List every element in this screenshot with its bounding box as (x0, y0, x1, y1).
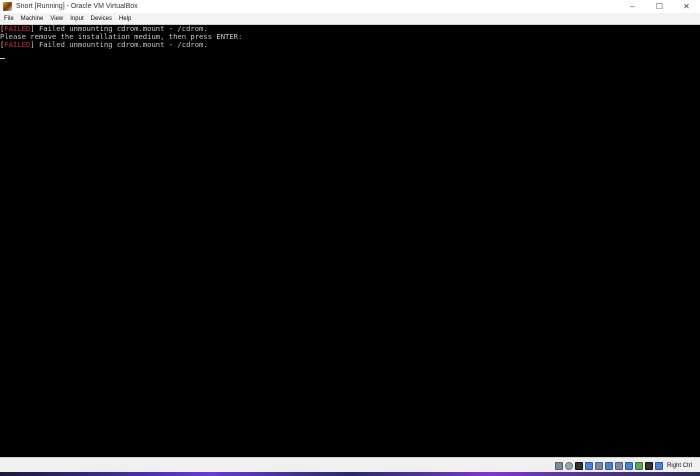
video-capture-icon[interactable] (624, 461, 633, 470)
virtualization-icon (634, 461, 643, 470)
menu-input[interactable]: Input (70, 16, 83, 22)
virtualbox-app-icon (3, 2, 12, 11)
window-controls: – ☐ ✕ (619, 0, 700, 13)
minimize-button[interactable]: – (619, 0, 646, 13)
keyboard-icon (654, 461, 663, 470)
host-taskbar-edge (0, 472, 700, 476)
display-icon[interactable] (614, 461, 623, 470)
close-button[interactable]: ✕ (673, 0, 700, 13)
menu-devices[interactable]: Devices (91, 16, 112, 22)
console-line: [FAILED] Failed unmounting cdrom.mount -… (0, 41, 208, 49)
text-cursor (0, 58, 5, 59)
virtualbox-window: Snort [Running] - Oracle VM VirtualBox –… (0, 0, 700, 472)
host-key-label[interactable]: Right Ctrl (667, 463, 692, 469)
shared-folders-icon[interactable] (604, 461, 613, 470)
status-bar: Right Ctrl (0, 457, 700, 472)
menu-help[interactable]: Help (119, 16, 131, 22)
hard-disk-icon[interactable] (554, 461, 563, 470)
maximize-button[interactable]: ☐ (646, 0, 673, 13)
menu-view[interactable]: View (50, 16, 63, 22)
menu-machine[interactable]: Machine (21, 16, 44, 22)
mouse-integration-icon[interactable] (644, 461, 653, 470)
usb-icon[interactable] (594, 461, 603, 470)
network-icon[interactable] (584, 461, 593, 470)
menu-file[interactable]: File (4, 16, 14, 22)
guest-console-screen[interactable]: [FAILED] Failed unmounting cdrom.mount -… (0, 24, 700, 457)
window-title: Snort [Running] - Oracle VM VirtualBox (16, 3, 138, 10)
audio-icon[interactable] (574, 461, 583, 470)
optical-drive-icon[interactable] (564, 461, 573, 470)
failed-status: FAILED (4, 40, 31, 50)
console-message: Failed unmounting cdrom.mount - /cdrom. (34, 40, 208, 50)
title-bar[interactable]: Snort [Running] - Oracle VM VirtualBox –… (0, 0, 700, 13)
